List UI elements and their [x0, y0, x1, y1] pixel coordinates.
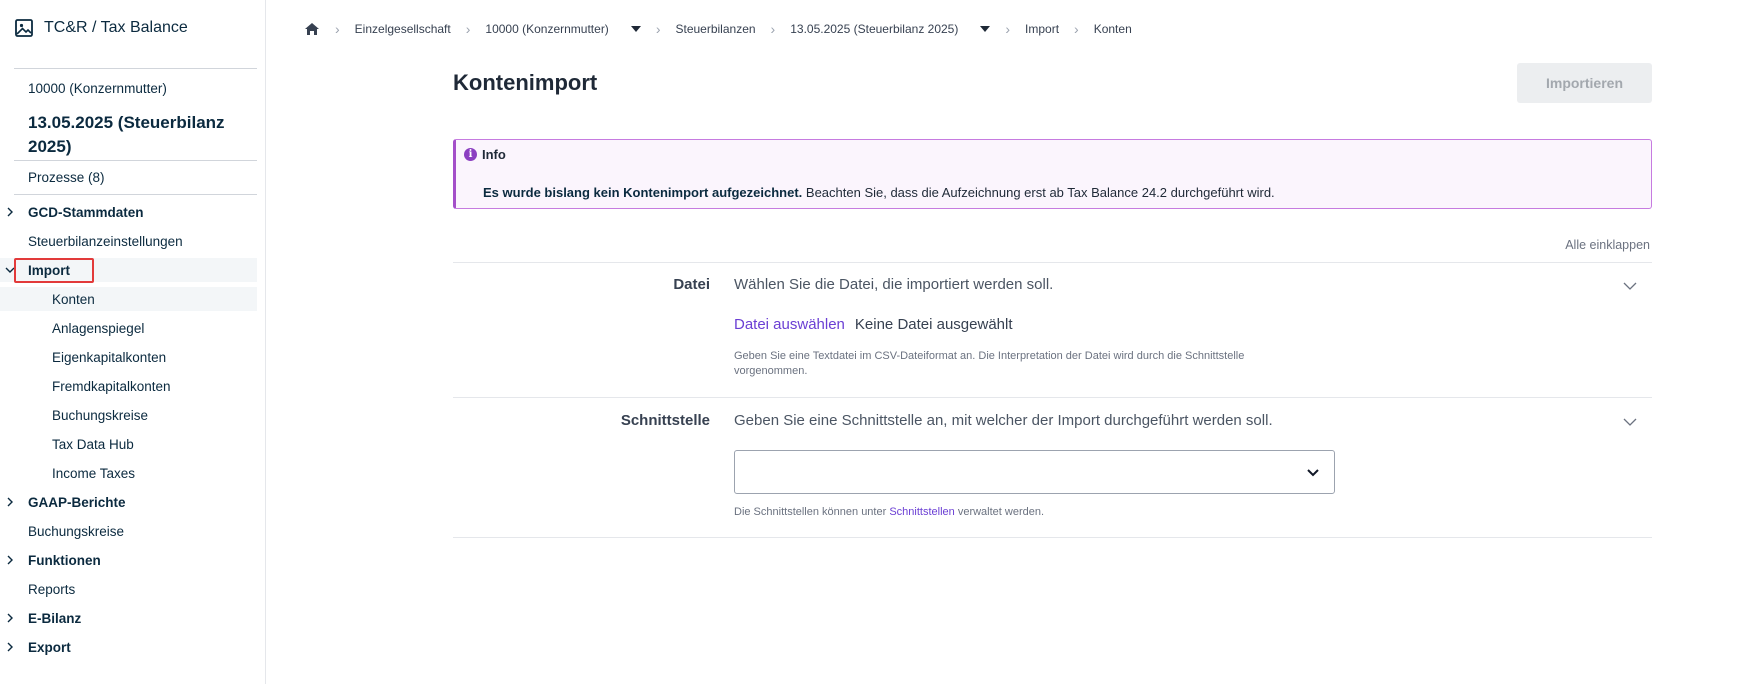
sidebar-item-konten[interactable]: Konten: [0, 287, 257, 311]
sidebar-item-funktionen[interactable]: Funktionen: [0, 548, 257, 572]
info-message: Es wurde bislang kein Kontenimport aufge…: [483, 185, 1275, 200]
info-icon: i: [464, 148, 477, 161]
chevron-right-icon: ›: [770, 21, 776, 37]
app-header[interactable]: TC&R / Tax Balance: [14, 18, 188, 38]
caret-down-icon[interactable]: [980, 26, 991, 32]
caret-down-icon[interactable]: [630, 26, 641, 32]
interface-hint: Die Schnittstellen können unter Schnitts…: [734, 505, 1044, 520]
file-picker: Datei auswählen Keine Datei ausgewählt: [734, 316, 1013, 333]
info-title: Info: [482, 147, 506, 162]
chevron-right-icon: ›: [1005, 21, 1011, 37]
sidebar-processes[interactable]: Prozesse (8): [28, 170, 105, 185]
sidebar-item-fremdkapitalkonten[interactable]: Fremdkapitalkonten: [0, 374, 257, 398]
sidebar-item-label: Fremdkapitalkonten: [52, 378, 171, 394]
interfaces-link[interactable]: Schnittstellen: [889, 506, 954, 518]
info-banner: i Info Es wurde bislang kein Kontenimpor…: [453, 139, 1652, 209]
chevron-right-icon: ›: [655, 21, 661, 37]
divider: [453, 262, 1652, 263]
chevron-right-icon: [4, 554, 16, 566]
breadcrumb-steuerbilanzen[interactable]: Steuerbilanzen: [675, 22, 755, 36]
sidebar: TC&R / Tax Balance 10000 (Konzernmutter)…: [0, 0, 266, 684]
sidebar-item-label: Income Taxes: [52, 465, 136, 481]
image-icon: [15, 19, 33, 37]
sidebar-item-buchungskreise-import[interactable]: Buchungskreise: [0, 403, 257, 427]
sidebar-item-label: Funktionen: [28, 552, 101, 568]
chevron-right-icon: [4, 641, 16, 653]
home-icon[interactable]: [304, 22, 320, 36]
interface-hint-suffix: verwaltet werden.: [954, 506, 1045, 518]
info-text: Beachten Sie, dass die Aufzeichnung erst…: [802, 185, 1275, 200]
chevron-down-icon[interactable]: [1622, 278, 1638, 294]
divider: [453, 397, 1652, 398]
sidebar-item-buchungskreise[interactable]: Buchungskreise: [0, 519, 257, 543]
sidebar-item-label: Konten: [52, 291, 95, 307]
sidebar-item-steuerbilanzeinstellungen[interactable]: Steuerbilanzeinstellungen: [0, 229, 257, 253]
info-bold-text: Es wurde bislang kein Kontenimport aufge…: [483, 185, 803, 200]
sidebar-item-label: E-Bilanz: [28, 610, 82, 626]
sidebar-item-reports[interactable]: Reports: [0, 577, 257, 601]
file-section-label: Datei: [673, 276, 710, 293]
sidebar-item-label: Reports: [28, 581, 76, 597]
interface-section-label: Schnittstelle: [620, 412, 710, 429]
highlight-box: [14, 258, 94, 283]
sidebar-balance-title: 13.05.2025 (Steuerbilanz 2025): [28, 113, 225, 156]
chevron-down-icon: [1307, 469, 1319, 477]
info-header: i Info: [464, 147, 506, 162]
interface-hint-prefix: Die Schnittstellen können unter: [734, 506, 890, 518]
chevron-right-icon: [4, 206, 16, 218]
sidebar-item-income-taxes[interactable]: Income Taxes: [0, 461, 257, 485]
interface-section-description: Geben Sie eine Schnittstelle an, mit wel…: [734, 412, 1273, 429]
sidebar-divider: [14, 194, 257, 195]
file-hint-line: vorgenommen.: [734, 365, 808, 377]
chevron-right-icon: [4, 496, 16, 508]
breadcrumb-entity[interactable]: 10000 (Konzernmutter): [485, 22, 608, 36]
sidebar-item-anlagenspiegel[interactable]: Anlagenspiegel: [0, 316, 257, 340]
breadcrumb-konten: Konten: [1093, 22, 1132, 36]
sidebar-item-label: Steuerbilanzeinstellungen: [28, 233, 183, 249]
divider: [453, 537, 1652, 538]
sidebar-item-tax-data-hub[interactable]: Tax Data Hub: [0, 432, 257, 456]
sidebar-item-gcd-stammdaten[interactable]: GCD-Stammdaten: [0, 200, 257, 224]
sidebar-item-label: GCD-Stammdaten: [28, 204, 144, 220]
app-title: TC&R / Tax Balance: [44, 19, 188, 36]
breadcrumb-import[interactable]: Import: [1025, 22, 1059, 36]
chevron-right-icon: ›: [1074, 21, 1079, 37]
breadcrumb: › Einzelgesellschaft › 10000 (Konzernmut…: [304, 21, 1132, 37]
chevron-right-icon: [4, 612, 16, 624]
breadcrumb-balance[interactable]: 13.05.2025 (Steuerbilanz 2025): [790, 22, 958, 36]
interface-select[interactable]: [734, 450, 1335, 494]
sidebar-item-eigenkapitalkonten[interactable]: Eigenkapitalkonten: [0, 345, 257, 369]
sidebar-item-label: Buchungskreise: [28, 523, 125, 539]
choose-file-button[interactable]: Datei auswählen: [734, 316, 845, 333]
sidebar-item-export[interactable]: Export: [0, 635, 257, 659]
breadcrumb-einzelgesellschaft[interactable]: Einzelgesellschaft: [355, 22, 451, 36]
page-title: Kontenimport: [453, 70, 598, 95]
file-hint: Geben Sie eine Textdatei im CSV-Dateifor…: [734, 349, 1244, 379]
sidebar-item-label: GAAP-Berichte: [28, 494, 126, 510]
collapse-all-link[interactable]: Alle einklappen: [1565, 238, 1650, 252]
sidebar-item-label: Tax Data Hub: [52, 436, 134, 452]
sidebar-item-label: Export: [28, 639, 71, 655]
sidebar-divider: [14, 68, 257, 69]
file-hint-line: Geben Sie eine Textdatei im CSV-Dateifor…: [734, 350, 1245, 362]
sidebar-item-label: Anlagenspiegel: [52, 320, 145, 336]
sidebar-item-gaap-berichte[interactable]: GAAP-Berichte: [0, 490, 257, 514]
import-button[interactable]: Importieren: [1517, 63, 1652, 103]
sidebar-item-e-bilanz[interactable]: E-Bilanz: [0, 606, 257, 630]
sidebar-entity[interactable]: 10000 (Konzernmutter): [28, 81, 167, 96]
chevron-down-icon[interactable]: [1622, 414, 1638, 430]
sidebar-item-label: Eigenkapitalkonten: [52, 349, 167, 365]
sidebar-item-label: Buchungskreise: [52, 407, 149, 423]
file-section-description: Wählen Sie die Datei, die importiert wer…: [734, 276, 1054, 293]
chevron-right-icon: ›: [335, 21, 340, 37]
sidebar-divider: [14, 160, 257, 161]
chevron-right-icon: ›: [465, 21, 471, 37]
no-file-selected-text: Keine Datei ausgewählt: [854, 316, 1013, 333]
